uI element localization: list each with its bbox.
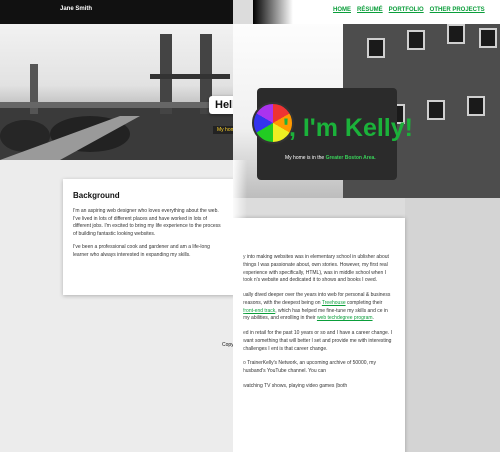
intro-card: ', I'm Kelly! My home is in the Greater … [252,88,413,180]
background-heading: Background [73,191,120,200]
main-menu: HOME RÉSUMÉ PORTFOLIO OTHER PROJECTS [333,7,485,13]
tagline-prefix: My home is in the [285,155,326,161]
about-paragraph-1: y into making websites was in elementary… [243,254,389,284]
brand-name[interactable]: Jane Smith [60,6,92,12]
about-paragraph-3: ed in retail for the past 10 years or so… [243,330,392,352]
about-paragraph-2: ually dived deeper over the years into w… [243,292,391,322]
nav-home-link[interactable]: HOME [333,7,351,13]
hero-tagline: My home is in the Greater Boston Area. [285,155,376,161]
right-sidebar-space [405,198,500,452]
nav-other-projects-link[interactable]: OTHER PROJECTS [430,7,485,13]
front-end-track-link[interactable]: front-end track [243,308,275,314]
left-navbar: Jane Smith [0,0,260,24]
left-hero-photo [0,24,260,160]
nav-resume-link[interactable]: RÉSUMÉ [357,7,383,13]
right-hero-photo: ', I'm Kelly! My home is in the Greater … [233,24,500,198]
right-navbar: HOME RÉSUMÉ PORTFOLIO OTHER PROJECTS [253,0,500,24]
techdegree-link[interactable]: web techdegree program [317,315,373,321]
kelly-page: ', I'm Kelly! My home is in the Greater … [233,0,500,452]
background-card: Background I'm an aspiring web designer … [63,179,235,295]
hero-greeting: ', I'm Kelly! [283,114,413,142]
treehouse-link[interactable]: Treehouse [322,300,346,306]
bridge-cityscape-image [0,34,260,160]
about-content: y into making websites was in elementary… [233,218,405,452]
about-paragraph-4: o TrainerKelly's Network, an upcoming ar… [243,360,376,374]
comparison-seam [233,160,247,452]
background-paragraph-2: I've been a professional cook and garden… [73,244,210,258]
nav-portfolio-link[interactable]: PORTFOLIO [389,7,424,13]
background-paragraph-1: I'm an aspiring web designer who loves e… [73,208,221,237]
about-paragraph-5: watching TV shows, playing video games (… [243,382,348,389]
jane-smith-page: Jane Smith Background I'm an aspiring we… [0,0,260,452]
tagline-location: Greater Boston Area. [325,155,376,161]
